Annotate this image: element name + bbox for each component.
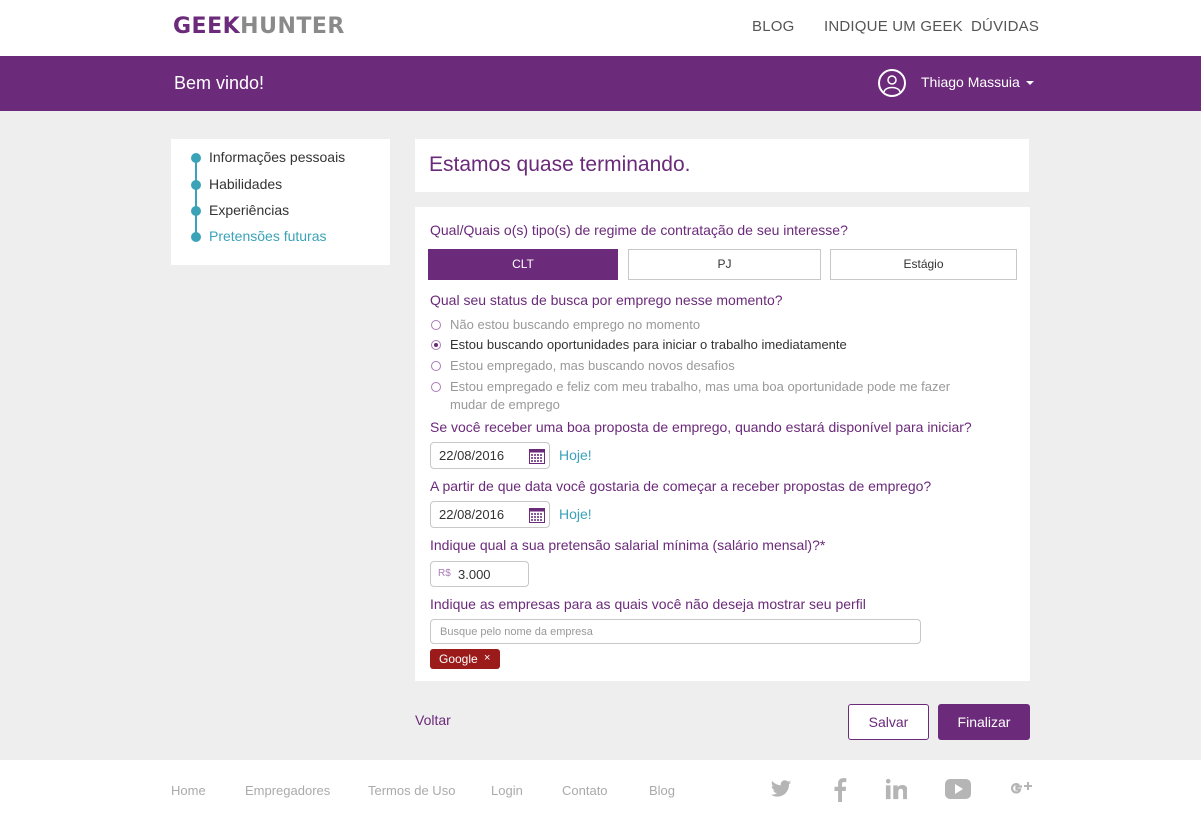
calendar-icon[interactable] [529, 448, 545, 464]
youtube-icon[interactable] [944, 778, 972, 800]
nav-indique-um-geek[interactable]: INDIQUE UM GEEK [824, 18, 963, 35]
geekhunter-logo[interactable]: GEEKHUNTER [173, 14, 345, 39]
radio-icon[interactable] [431, 382, 441, 392]
radio-label: Estou empregado, mas buscando novos desa… [450, 358, 735, 373]
question-regime: Qual/Quais o(s) tipo(s) de regime de con… [430, 222, 848, 238]
form-card: Qual/Quais o(s) tipo(s) de regime de con… [415, 207, 1030, 681]
page-title: Estamos quase terminando. [429, 153, 691, 176]
step-label: Habilidades [209, 176, 283, 192]
hoje-link-disponivel[interactable]: Hoje! [559, 447, 592, 463]
footer-link-termos[interactable]: Termos de Uso [368, 783, 455, 798]
facebook-icon[interactable] [829, 778, 849, 802]
remove-tag-icon[interactable]: × [484, 652, 490, 664]
welcome-text: Bem vindo! [174, 73, 265, 93]
radio-icon[interactable] [431, 361, 441, 371]
logo-part-hunter: HUNTER [240, 14, 345, 39]
regime-option-pj[interactable]: PJ [628, 249, 821, 280]
welcome-bar: Bem vindo! Thiago Massuia [0, 56, 1201, 111]
date-disponivel-field[interactable]: 22/08/2016 [430, 442, 550, 469]
step-dot-icon [191, 206, 201, 216]
currency-label: R$ [438, 568, 451, 579]
nav-duvidas[interactable]: DÚVIDAS [971, 18, 1039, 35]
step-label: Informações pessoais [209, 149, 346, 165]
footer-link-empregadores[interactable]: Empregadores [245, 783, 330, 798]
date-propostas-field[interactable]: 22/08/2016 [430, 501, 550, 528]
nav-blog[interactable]: BLOG [752, 18, 794, 35]
question-disponibilidade: Se você receber uma boa proposta de empr… [430, 419, 972, 435]
calendar-icon[interactable] [529, 507, 545, 523]
top-bar: GEEKHUNTER BLOG INDIQUE UM GEEK DÚVIDAS [0, 0, 1201, 56]
title-card: Estamos quase terminando. [415, 139, 1029, 192]
steps-connector-line [195, 158, 197, 236]
salary-field[interactable]: R$ 3.000 [430, 561, 529, 587]
footer-link-contato[interactable]: Contato [562, 783, 608, 798]
tag-label: Google [439, 652, 478, 666]
step-label: Pretensões futuras [209, 228, 327, 244]
footer-link-home[interactable]: Home [171, 783, 206, 798]
regime-option-clt[interactable]: CLT [428, 249, 618, 280]
footer-link-blog[interactable]: Blog [649, 783, 675, 798]
salvar-button[interactable]: Salvar [848, 704, 929, 740]
radio-selected-icon[interactable] [431, 340, 441, 350]
user-avatar-icon[interactable] [878, 69, 906, 97]
logo-part-geek: GEEK [173, 14, 241, 39]
question-empresas: Indique as empresas para as quais você n… [430, 596, 866, 612]
google-plus-icon[interactable] [1009, 778, 1033, 800]
chevron-down-icon[interactable] [1026, 81, 1034, 85]
footer-link-login[interactable]: Login [491, 783, 523, 798]
question-status: Qual seu status de busca por emprego nes… [430, 292, 783, 308]
step-dot-icon [191, 180, 201, 190]
question-salario: Indique qual a sua pretensão salarial mí… [430, 537, 826, 553]
blocked-company-tag: Google × [430, 649, 500, 669]
step-dot-icon [191, 153, 201, 163]
radio-icon[interactable] [431, 320, 441, 330]
user-menu[interactable]: Thiago Massuia [921, 74, 1020, 90]
question-propostas: A partir de que data você gostaria de co… [430, 478, 932, 494]
radio-label: Estou empregado e feliz com meu trabalho… [450, 379, 951, 412]
regime-option-estagio[interactable]: Estágio [830, 249, 1017, 280]
radio-label: Não estou buscando emprego no momento [450, 317, 701, 332]
radio-label: Estou buscando oportunidades para inicia… [450, 337, 847, 352]
linkedin-icon[interactable] [885, 778, 907, 800]
date-value: 22/08/2016 [439, 507, 505, 522]
footer: Home Empregadores Termos de Uso Login Co… [0, 760, 1201, 824]
progress-steps: Informações pessoais Habilidades Experiê… [171, 139, 390, 265]
salary-value: 3.000 [458, 567, 491, 582]
hoje-link-propostas[interactable]: Hoje! [559, 506, 592, 522]
date-value: 22/08/2016 [439, 448, 505, 463]
twitter-icon[interactable] [770, 778, 792, 800]
finalizar-button[interactable]: Finalizar [938, 704, 1030, 740]
step-label: Experiências [209, 202, 290, 218]
voltar-link[interactable]: Voltar [415, 712, 451, 728]
company-search-input[interactable] [430, 619, 921, 644]
step-dot-icon [191, 232, 201, 242]
